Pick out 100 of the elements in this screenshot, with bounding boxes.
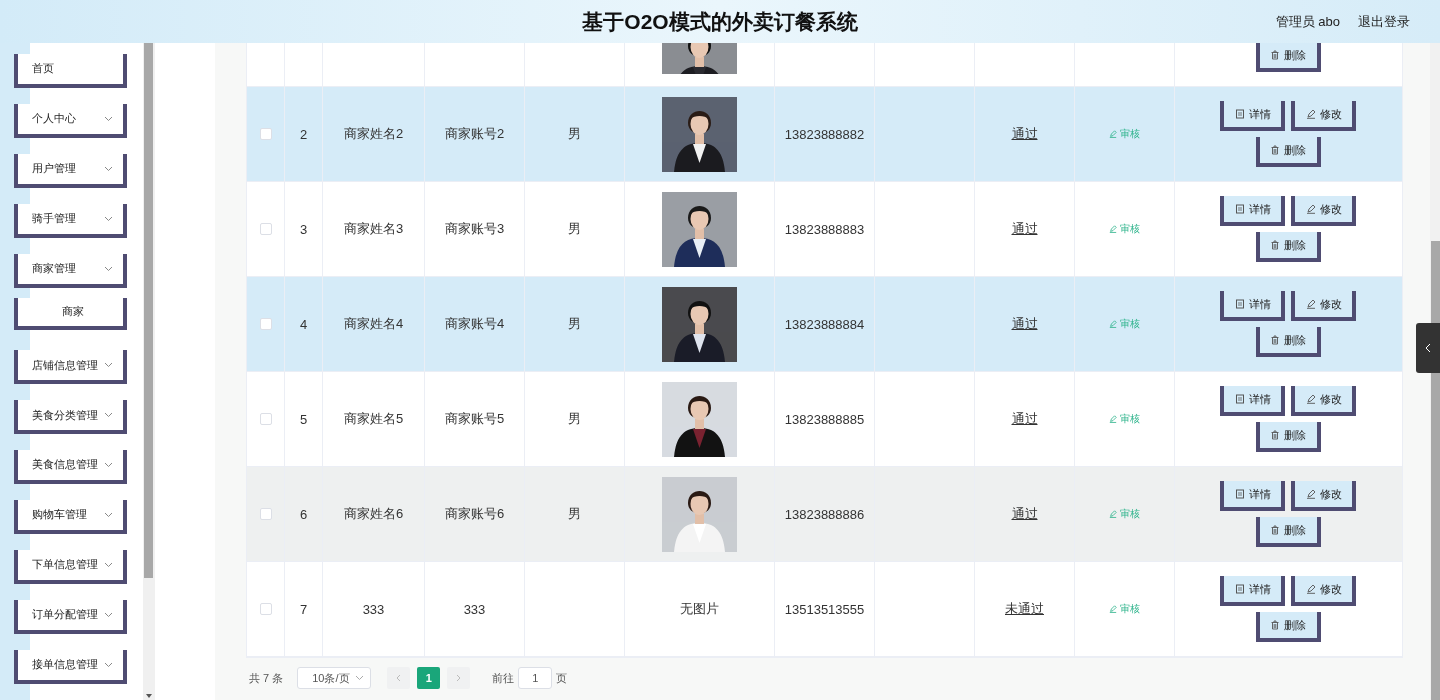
menu-item[interactable]: 美食信息管理: [14, 450, 127, 484]
menu-label: 商家管理: [32, 261, 76, 277]
page-suffix: 页: [556, 670, 568, 686]
table-cell: 无图片: [680, 600, 719, 618]
trash-icon: [1270, 430, 1280, 440]
table-cell: 商家账号3: [444, 220, 505, 238]
action-button[interactable]: 删除: [1255, 232, 1321, 262]
table-cell: 13823888885: [784, 411, 865, 427]
action-button[interactable]: 详情: [1220, 196, 1285, 226]
menu-item[interactable]: 接单信息管理: [14, 649, 127, 684]
row-checkbox[interactable]: [259, 128, 272, 140]
action-button[interactable]: 删除: [1255, 612, 1321, 642]
menu-item[interactable]: 美食分类管理: [14, 400, 127, 434]
chevron-left-icon: [396, 674, 402, 682]
table-cell: 商家账号4: [444, 315, 505, 333]
pencil-icon: [1305, 299, 1316, 309]
menu-label: 接单信息管理: [32, 657, 98, 673]
action-button[interactable]: 删除: [1255, 422, 1321, 452]
action-button[interactable]: 修改: [1291, 386, 1356, 416]
status-text: 通过: [1011, 410, 1038, 428]
pencil-icon: [1109, 605, 1117, 613]
trash-icon: [1270, 525, 1280, 535]
table-cell: 333: [463, 601, 486, 617]
pencil-icon: [1305, 584, 1316, 594]
menu-item[interactable]: 订单分配管理: [14, 599, 127, 634]
action-button[interactable]: 修改: [1291, 196, 1356, 226]
document-icon: [1234, 109, 1245, 119]
action-button[interactable]: 删除: [1255, 137, 1321, 167]
table-cell: 男: [568, 315, 581, 333]
submenu-item[interactable]: 商家: [14, 297, 127, 331]
row-number: 3: [299, 221, 308, 237]
logout-link[interactable]: 退出登录: [1358, 12, 1410, 31]
table-cell: 男: [568, 125, 581, 143]
scrollbar[interactable]: [1430, 43, 1440, 700]
action-button[interactable]: 修改: [1291, 101, 1356, 131]
chevron-down-icon: [355, 675, 365, 681]
user-label: 管理员 abo: [1275, 12, 1340, 31]
menu-item[interactable]: 购物车管理: [14, 500, 127, 534]
table-cell: 商家姓名2: [343, 125, 404, 143]
status-text: 通过: [1011, 220, 1038, 238]
table-cell: 商家账号2: [444, 125, 505, 143]
row-number: 5: [299, 411, 308, 427]
document-icon: [1234, 489, 1245, 499]
action-button[interactable]: 详情: [1220, 576, 1285, 606]
menu-label: 订单分配管理: [32, 607, 98, 623]
menu-item[interactable]: 个人中心: [14, 104, 127, 138]
action-button[interactable]: 修改: [1291, 481, 1356, 511]
previous-page-button[interactable]: [387, 667, 411, 689]
next-page-button[interactable]: [447, 667, 471, 689]
goto-label: 前往: [492, 670, 515, 686]
page-size-select[interactable]: 10条/页: [297, 667, 372, 689]
drawer-toggle-button[interactable]: [1416, 323, 1440, 373]
action-button[interactable]: 删除: [1255, 517, 1321, 547]
action-button[interactable]: 修改: [1291, 291, 1356, 321]
row-checkbox[interactable]: [259, 508, 272, 520]
action-button[interactable]: 删除: [1255, 42, 1321, 72]
menu-item[interactable]: 首页: [14, 54, 127, 88]
action-button[interactable]: 删除: [1255, 327, 1321, 357]
row-checkbox[interactable]: [259, 223, 272, 235]
table-cell: 商家姓名3: [343, 220, 404, 238]
row-checkbox[interactable]: [259, 413, 272, 425]
action-button[interactable]: 详情: [1220, 481, 1285, 511]
menu-item[interactable]: 骑手管理: [14, 203, 127, 238]
row-number: 6: [299, 506, 308, 522]
menu-label: 美食信息管理: [32, 457, 98, 473]
table-cell: 13513513555: [784, 601, 865, 617]
status-text: 通过: [1011, 125, 1038, 143]
page-input[interactable]: 1: [518, 667, 553, 689]
action-button[interactable]: 详情: [1220, 386, 1285, 416]
action-button[interactable]: 详情: [1220, 291, 1285, 321]
status-text: 通过: [1011, 505, 1038, 523]
action-button[interactable]: 修改: [1291, 576, 1356, 606]
chevron-left-icon: [1425, 343, 1431, 353]
row-number: 4: [299, 316, 308, 332]
scroll-down-arrow-icon[interactable]: [146, 694, 152, 698]
menu-item[interactable]: 下单信息管理: [14, 549, 127, 584]
menu-item[interactable]: 用户管理: [14, 153, 127, 188]
row-number: 7: [299, 601, 308, 617]
menu-item[interactable]: 商家管理: [14, 253, 127, 288]
scrollbar[interactable]: [143, 43, 155, 700]
menu-label: 用户管理: [32, 161, 76, 177]
trash-icon: [1270, 335, 1280, 345]
pencil-icon: [1305, 489, 1316, 499]
menu-item[interactable]: 店铺信息管理: [14, 350, 127, 384]
row-checkbox[interactable]: [259, 318, 272, 330]
menu-label: 购物车管理: [32, 507, 87, 523]
menu-label: 骑手管理: [32, 211, 76, 227]
trash-icon: [1270, 620, 1280, 630]
table-cell: 男: [568, 220, 581, 238]
pencil-icon: [1109, 320, 1117, 328]
app-title: 基于O2O模式的外卖订餐系统: [582, 8, 858, 35]
pencil-icon: [1109, 510, 1117, 518]
pencil-icon: [1109, 225, 1117, 233]
table-cell: 商家账号5: [444, 410, 505, 428]
total-count: 共 7 条: [249, 670, 284, 686]
action-button[interactable]: 详情: [1220, 101, 1285, 131]
pencil-icon: [1305, 109, 1316, 119]
row-checkbox[interactable]: [259, 603, 272, 615]
document-icon: [1234, 394, 1245, 404]
trash-icon: [1270, 145, 1280, 155]
